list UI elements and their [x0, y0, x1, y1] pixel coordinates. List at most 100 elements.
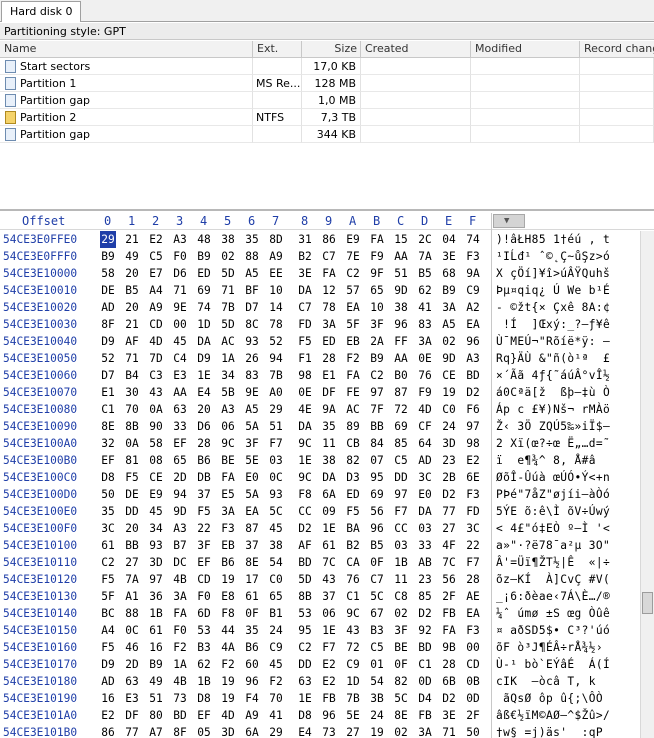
hex-byte[interactable]: 26	[244, 350, 260, 367]
hex-byte[interactable]: 19	[369, 724, 385, 738]
hex-byte[interactable]: 69	[393, 418, 409, 435]
hex-byte[interactable]: 97	[465, 418, 481, 435]
hex-byte[interactable]: CC	[297, 503, 313, 520]
hex-byte[interactable]: DA	[321, 469, 337, 486]
hex-byte[interactable]: DA	[417, 503, 433, 520]
hex-byte[interactable]: 73	[172, 690, 188, 707]
hex-byte[interactable]: 5A	[244, 486, 260, 503]
hex-byte[interactable]: 3D	[148, 554, 164, 571]
hex-byte[interactable]: CE	[148, 469, 164, 486]
hex-byte[interactable]: F5	[100, 639, 116, 656]
hex-byte[interactable]: BD	[172, 707, 188, 724]
hex-byte[interactable]: AC	[220, 333, 236, 350]
hex-byte[interactable]: 3D	[441, 435, 457, 452]
hex-byte[interactable]: 27	[441, 520, 457, 537]
hex-byte[interactable]: AF	[124, 333, 140, 350]
hex-row-ascii[interactable]: )!âŁH85 1†éú , t	[496, 231, 610, 248]
hex-byte[interactable]: 69	[369, 486, 385, 503]
hex-byte[interactable]: C7	[369, 571, 385, 588]
hex-byte[interactable]: F2	[345, 350, 361, 367]
hex-byte[interactable]: E4	[297, 724, 313, 738]
hex-byte[interactable]: 95	[297, 622, 313, 639]
hex-byte[interactable]: 89	[345, 418, 361, 435]
hex-byte[interactable]: C2	[297, 639, 313, 656]
hex-row-ascii[interactable]: ¼ˆ úmø ±S œg Òûê	[496, 605, 610, 622]
hex-byte[interactable]: 9D	[441, 350, 457, 367]
hex-byte[interactable]: 71	[220, 282, 236, 299]
hex-row-ascii[interactable]: Ž‹ 3Ö ZQÚ5‰»iÏ$—	[496, 418, 610, 435]
hex-byte[interactable]: 4A	[220, 639, 236, 656]
hex-byte[interactable]: B3	[369, 622, 385, 639]
hex-byte[interactable]: 86	[100, 724, 116, 738]
hex-byte[interactable]: 77	[124, 724, 140, 738]
hex-byte[interactable]: F4	[244, 690, 260, 707]
hex-byte[interactable]: 16	[148, 639, 164, 656]
hex-byte[interactable]: 29	[268, 724, 284, 738]
hex-byte[interactable]: 96	[465, 333, 481, 350]
hex-byte[interactable]: E7	[148, 265, 164, 282]
hex-byte[interactable]: 21	[124, 316, 140, 333]
hex-byte[interactable]: 50	[100, 486, 116, 503]
hex-byte[interactable]: 29	[268, 401, 284, 418]
hex-byte[interactable]: A3	[172, 231, 188, 248]
hex-byte[interactable]: 7A	[124, 571, 140, 588]
hex-byte[interactable]: 82	[345, 452, 361, 469]
hex-byte[interactable]: D4	[417, 690, 433, 707]
hex-byte[interactable]: F8	[297, 486, 313, 503]
hex-byte[interactable]: 3A	[417, 333, 433, 350]
hex-byte[interactable]: 65	[268, 588, 284, 605]
hex-byte[interactable]: D8	[297, 707, 313, 724]
hex-byte[interactable]: E1	[100, 384, 116, 401]
hex-row-ascii[interactable]: õz—KÍ À]CvÇ #V(	[496, 571, 610, 588]
hex-byte[interactable]: 2F	[441, 588, 457, 605]
hex-byte[interactable]: 22	[196, 520, 212, 537]
hex-row-ascii[interactable]: ØõÎ-Ûúà œÚÓ•Ý<+n	[496, 469, 610, 486]
hex-byte[interactable]: 24	[268, 622, 284, 639]
hex-byte[interactable]: D6	[172, 265, 188, 282]
hex-byte[interactable]: 70	[268, 690, 284, 707]
hex-byte[interactable]: A2	[465, 299, 481, 316]
hex-row[interactable]: 54CE3E100E0 35 DD 45 9D F5 3A EA 5C CC 09 F5 56 F7 DA 7…	[0, 503, 640, 520]
hex-byte[interactable]: A3	[465, 350, 481, 367]
hex-byte[interactable]: 38	[268, 537, 284, 554]
hex-byte[interactable]: B2	[297, 248, 313, 265]
hex-byte[interactable]: 4B	[172, 673, 188, 690]
hex-byte[interactable]: C2	[369, 367, 385, 384]
hex-byte[interactable]: 45	[148, 503, 164, 520]
hex-byte[interactable]: F3	[465, 248, 481, 265]
hex-byte[interactable]: 0D	[417, 673, 433, 690]
hex-byte[interactable]: 7E	[345, 248, 361, 265]
charset-dropdown[interactable]: ▼	[493, 214, 525, 228]
hex-byte[interactable]: C2	[100, 554, 116, 571]
hex-byte[interactable]: 9D	[172, 503, 188, 520]
hex-byte[interactable]: 96	[321, 707, 337, 724]
hex-byte[interactable]: F7	[321, 639, 337, 656]
hex-byte[interactable]: 5A	[244, 418, 260, 435]
hex-byte[interactable]: 51	[268, 418, 284, 435]
hex-byte[interactable]: 5E	[244, 452, 260, 469]
hex-byte[interactable]: EA	[465, 316, 481, 333]
hex-byte[interactable]: 81	[124, 452, 140, 469]
hex-row[interactable]: 54CE3E10000 58 20 E7 D6 ED 5D A5 EE 3E FA C2 9F 51 B5 6…	[0, 265, 640, 282]
hex-byte[interactable]: CE	[441, 367, 457, 384]
hex-byte[interactable]: 56	[369, 503, 385, 520]
hex-byte[interactable]: 76	[345, 571, 361, 588]
hex-byte[interactable]: 3F	[369, 316, 385, 333]
partition-row[interactable]: Start sectors 17,0 KB	[0, 58, 654, 75]
hex-byte[interactable]: CA	[345, 554, 361, 571]
hex-byte[interactable]: D7	[244, 299, 260, 316]
hex-vertical-scrollbar[interactable]	[640, 231, 654, 738]
hex-byte[interactable]: 5F	[345, 316, 361, 333]
hex-byte[interactable]: 74	[465, 231, 481, 248]
hex-byte[interactable]: CC	[393, 520, 409, 537]
hex-byte[interactable]: 30	[124, 384, 140, 401]
hex-byte[interactable]: 7A	[417, 248, 433, 265]
hex-row-ascii[interactable]: _¡6:ðèae‹7Á\È…/®	[496, 588, 610, 605]
hex-row[interactable]: 54CE3E100B0 EF 81 08 65 B6 BE 5E 03 1E 38 82 07 C5 AD 2…	[0, 452, 640, 469]
hex-row-ascii[interactable]: á0Cªä[ž ßþ—‡ù Ò	[496, 384, 610, 401]
hex-byte[interactable]: 27	[124, 554, 140, 571]
hex-byte[interactable]: 28	[321, 350, 337, 367]
hex-byte[interactable]: EF	[196, 554, 212, 571]
hex-byte[interactable]: 0C	[124, 622, 140, 639]
hex-byte[interactable]: EF	[196, 707, 212, 724]
